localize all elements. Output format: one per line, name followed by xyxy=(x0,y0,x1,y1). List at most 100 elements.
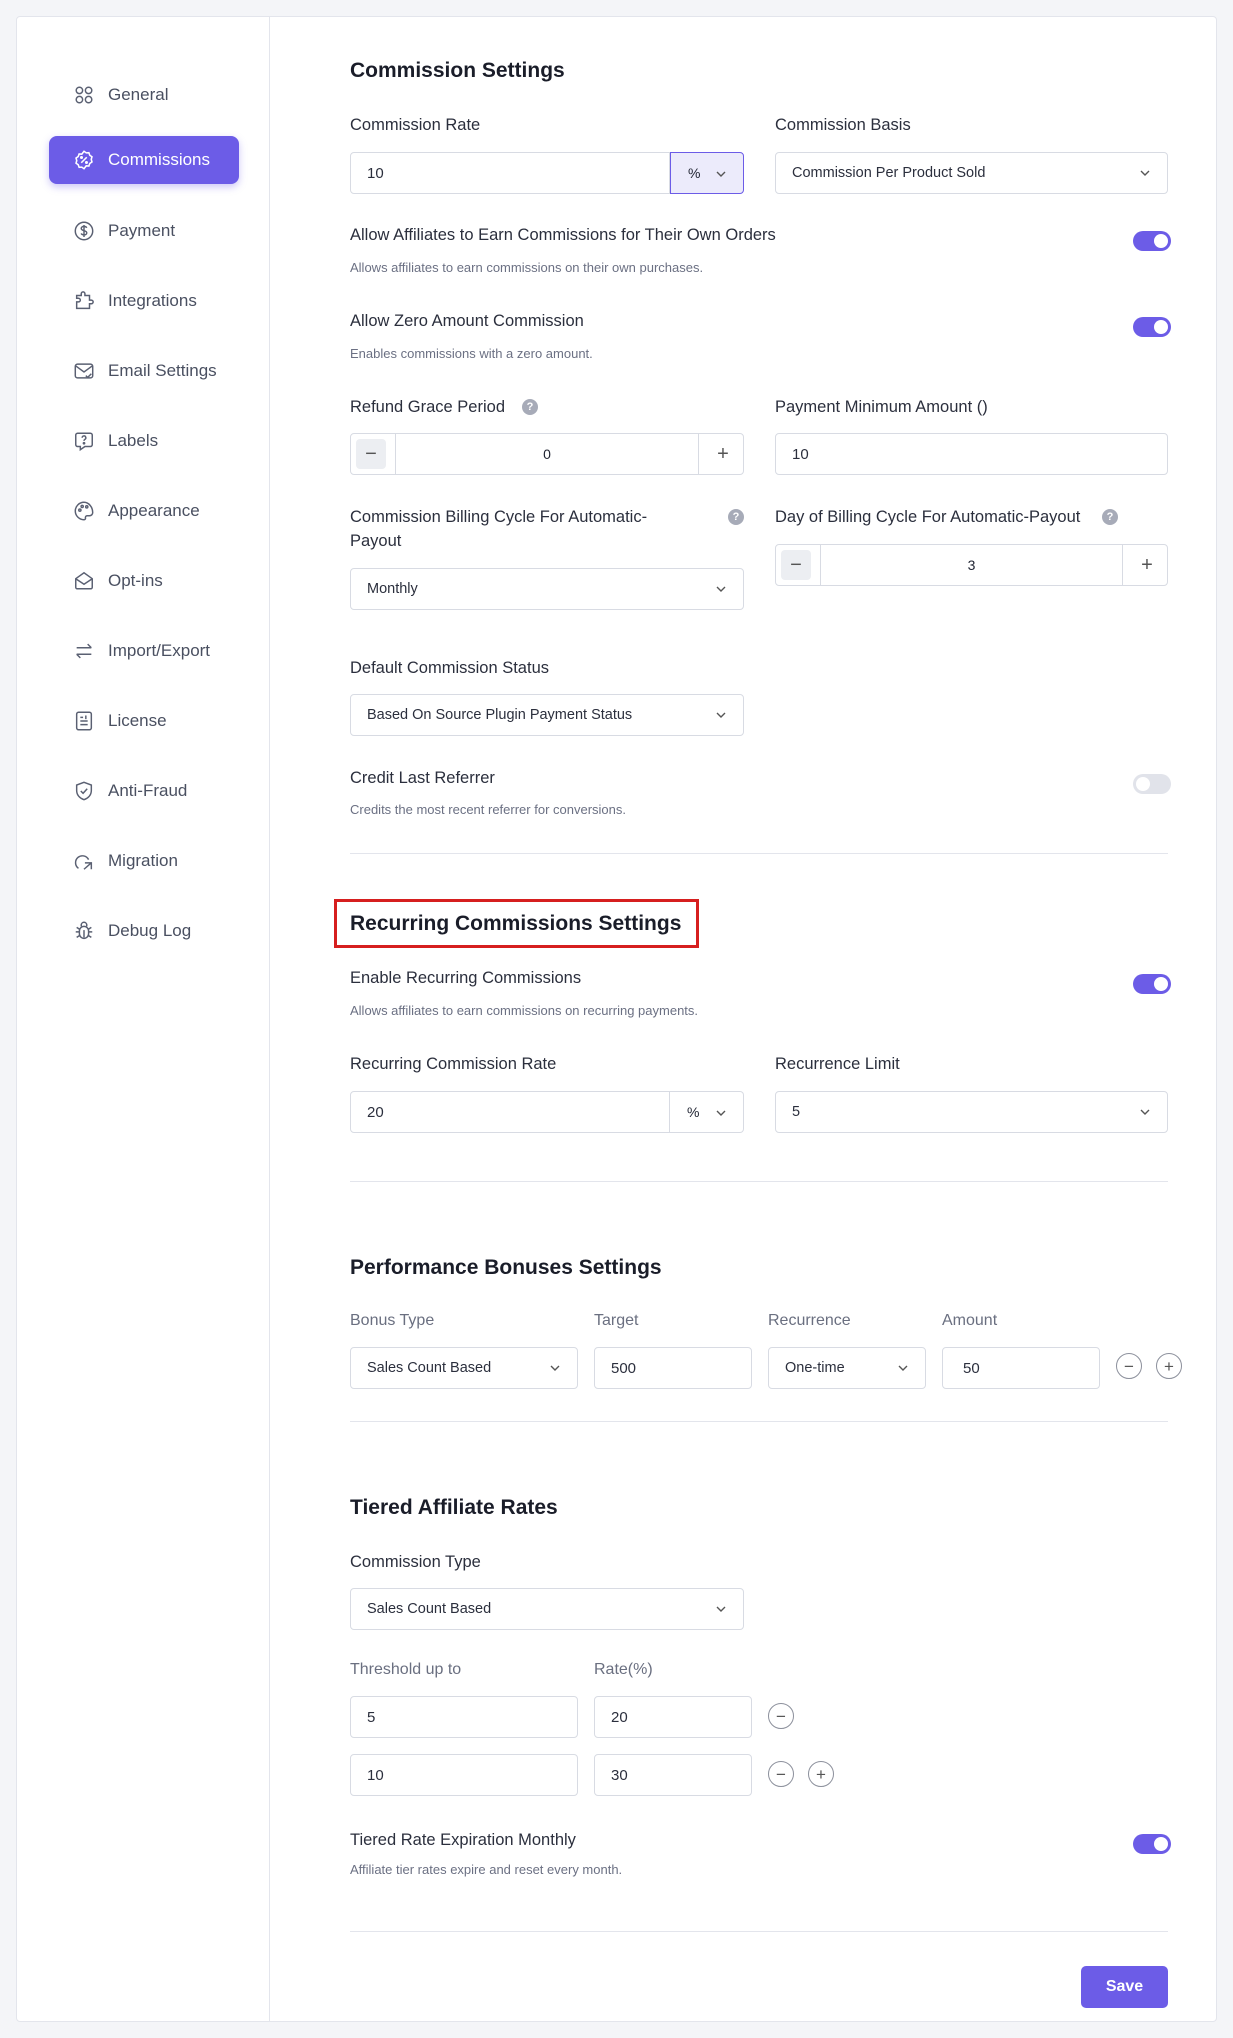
sidebar-item-general[interactable]: General xyxy=(49,71,239,119)
commission-type-select[interactable]: Sales Count Based xyxy=(350,1588,744,1630)
sidebar-item-license[interactable]: License xyxy=(49,697,239,745)
billing-day-value[interactable]: 3 xyxy=(820,545,1123,585)
payment-min-value: 10 xyxy=(792,445,809,463)
sidebar-item-anti-fraud[interactable]: Anti-Fraud xyxy=(49,767,239,815)
commission-rate-input[interactable]: 10 xyxy=(350,152,670,194)
remove-tier-button[interactable]: − xyxy=(768,1703,794,1729)
billing-cycle-label-line2: Payout xyxy=(350,532,402,550)
own-orders-desc: Allows affiliates to earn commissions on… xyxy=(350,260,704,275)
increment-button[interactable]: + xyxy=(1132,550,1162,580)
commission-rate-unit-select[interactable]: % xyxy=(670,152,744,194)
increment-button[interactable]: + xyxy=(708,439,738,469)
migration-icon xyxy=(74,855,93,870)
sidebar-item-appearance[interactable]: Appearance xyxy=(49,487,239,535)
select-value: Monthly xyxy=(367,581,418,597)
zero-amount-toggle[interactable] xyxy=(1133,317,1171,337)
payment-min-input[interactable]: 10 xyxy=(775,433,1168,475)
add-bonus-button[interactable]: + xyxy=(1156,1353,1182,1379)
remove-bonus-button[interactable]: − xyxy=(1116,1353,1142,1379)
bonus-recurrence-select[interactable]: One-time xyxy=(768,1347,926,1389)
puzzle-icon xyxy=(75,291,94,310)
refund-grace-stepper[interactable]: − 0 + xyxy=(350,433,744,475)
refund-grace-value[interactable]: 0 xyxy=(395,434,699,474)
save-button[interactable]: Save xyxy=(1081,1966,1168,2008)
recurring-rate-label: Recurring Commission Rate xyxy=(350,1055,557,1073)
help-icon[interactable]: ? xyxy=(522,399,538,415)
sidebar-item-integrations[interactable]: Integrations xyxy=(49,277,239,325)
chevron-down-icon xyxy=(716,1606,726,1612)
sidebar-item-opt-ins[interactable]: Opt-ins xyxy=(49,557,239,605)
enable-recurring-toggle[interactable] xyxy=(1133,974,1171,994)
sidebar: General Commissions Payment Integrations… xyxy=(17,17,270,2021)
commission-rate-label: Commission Rate xyxy=(350,116,481,134)
section-divider xyxy=(350,1181,1168,1182)
sidebar-item-label: Integrations xyxy=(108,291,197,310)
sidebar-item-commissions[interactable]: Commissions xyxy=(49,136,239,184)
chevron-down-icon xyxy=(716,712,726,718)
sidebar-item-label: License xyxy=(108,711,167,730)
select-value: Sales Count Based xyxy=(367,1360,492,1376)
chevron-down-icon xyxy=(1140,170,1150,176)
recurring-rate-unit-select[interactable]: % xyxy=(670,1091,744,1133)
enable-recurring-label: Enable Recurring Commissions xyxy=(350,969,582,987)
settings-window: General Commissions Payment Integrations… xyxy=(16,16,1217,2022)
sidebar-item-label: Payment xyxy=(108,221,176,240)
sidebar-item-label: Email Settings xyxy=(108,361,217,380)
default-status-select[interactable]: Based On Source Plugin Payment Status xyxy=(350,694,744,736)
threshold-input[interactable]: 5 xyxy=(350,1696,578,1738)
credit-last-toggle[interactable] xyxy=(1133,774,1171,794)
sidebar-item-debug-log[interactable]: Debug Log xyxy=(49,907,239,955)
unit-value: % xyxy=(688,165,701,181)
decrement-button[interactable]: − xyxy=(781,550,811,580)
sidebar-item-import-export[interactable]: Import/Export xyxy=(49,627,239,675)
billing-day-stepper[interactable]: − 3 + xyxy=(775,544,1168,586)
sidebar-item-payment[interactable]: Payment xyxy=(49,207,239,255)
sidebar-item-label: Appearance xyxy=(108,501,200,520)
recurring-rate-value: 20 xyxy=(367,1103,384,1121)
threshold-value: 5 xyxy=(367,1708,376,1726)
bonus-type-col-label: Bonus Type xyxy=(350,1312,435,1329)
recurrence-limit-select[interactable]: 5 xyxy=(775,1091,1168,1133)
commission-basis-select[interactable]: Commission Per Product Sold xyxy=(775,152,1168,194)
recurring-rate-input[interactable]: 20 xyxy=(350,1091,670,1133)
dollar-circle-icon xyxy=(74,221,94,241)
chevron-down-icon xyxy=(716,586,726,592)
help-icon[interactable]: ? xyxy=(728,509,744,525)
billing-day-label: Day of Billing Cycle For Automatic-Payou… xyxy=(775,508,1081,526)
sidebar-item-label: Commissions xyxy=(108,150,211,169)
billing-cycle-select[interactable]: Monthly xyxy=(350,568,744,610)
remove-tier-button[interactable]: − xyxy=(768,1761,794,1787)
sidebar-item-email-settings[interactable]: Email Settings xyxy=(49,347,239,395)
threshold-col-label: Threshold up to xyxy=(350,1661,462,1678)
credit-last-desc: Credits the most recent referrer for con… xyxy=(350,802,626,817)
palette-icon xyxy=(74,501,94,521)
section-title-tiered: Tiered Affiliate Rates xyxy=(350,1496,558,1519)
sidebar-item-labels[interactable]: Labels xyxy=(49,417,239,465)
select-value: Based On Source Plugin Payment Status xyxy=(367,707,633,723)
decrement-button[interactable]: − xyxy=(356,439,386,469)
grid-icon xyxy=(75,86,93,104)
rate-input[interactable]: 30 xyxy=(594,1754,752,1796)
bonus-amount-col-label: Amount xyxy=(942,1312,998,1329)
commission-type-label: Commission Type xyxy=(350,1553,481,1571)
commission-basis-label: Commission Basis xyxy=(775,116,911,134)
rate-value: 20 xyxy=(611,1708,628,1726)
sidebar-item-migration[interactable]: Migration xyxy=(49,837,239,885)
tier-expiration-toggle[interactable] xyxy=(1133,1834,1171,1854)
help-icon[interactable]: ? xyxy=(1102,509,1118,525)
chevron-down-icon xyxy=(716,171,726,177)
bonus-target-input[interactable]: 500 xyxy=(594,1347,752,1389)
chevron-down-icon xyxy=(898,1365,908,1371)
threshold-input[interactable]: 10 xyxy=(350,1754,578,1796)
rate-input[interactable]: 20 xyxy=(594,1696,752,1738)
select-value: Commission Per Product Sold xyxy=(792,165,986,181)
sidebar-item-label: Opt-ins xyxy=(108,571,163,590)
sidebar-item-label: Import/Export xyxy=(108,641,211,660)
add-tier-button[interactable]: + xyxy=(808,1761,834,1787)
default-status-label: Default Commission Status xyxy=(350,659,549,677)
zero-amount-desc: Enables commissions with a zero amount. xyxy=(350,346,593,361)
billing-cycle-label-line1: Commission Billing Cycle For Automatic- xyxy=(350,508,648,526)
own-orders-toggle[interactable] xyxy=(1133,231,1171,251)
bonus-amount-input[interactable]: 50 xyxy=(942,1347,1100,1389)
bonus-type-select[interactable]: Sales Count Based xyxy=(350,1347,578,1389)
